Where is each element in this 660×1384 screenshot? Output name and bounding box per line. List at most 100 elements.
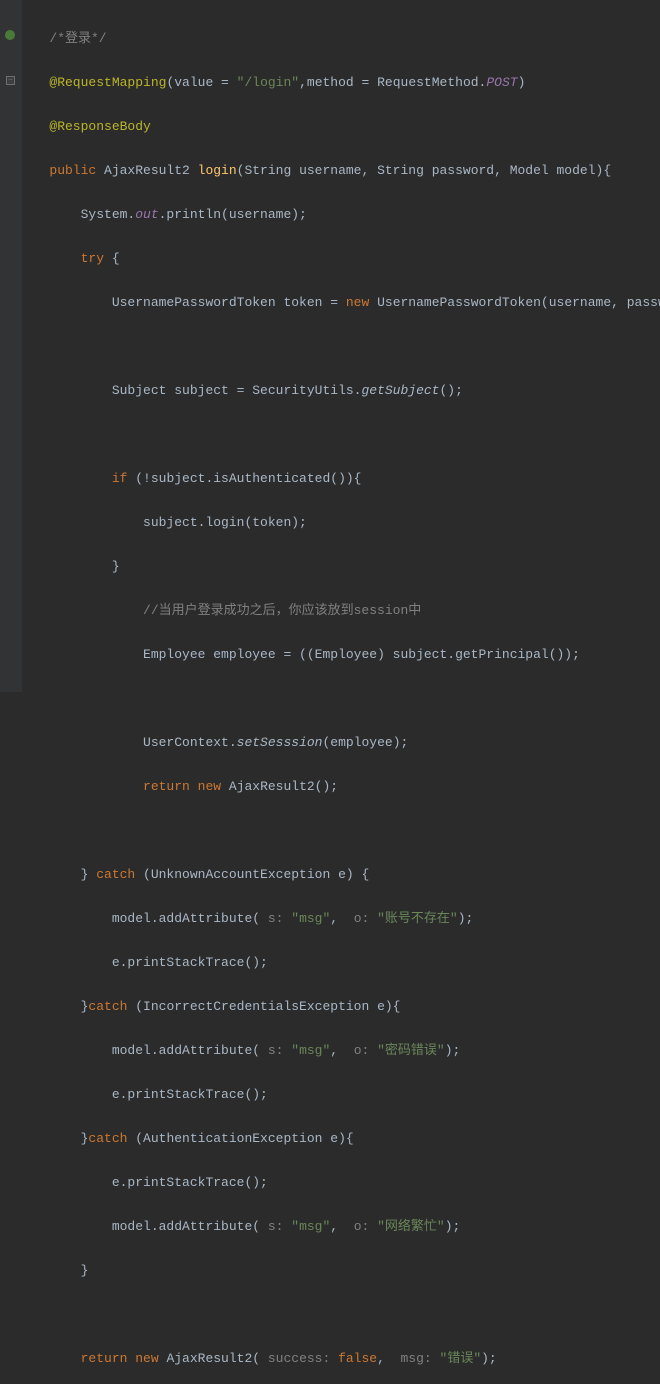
param-key: value =	[174, 75, 236, 90]
comment-text: //当用户登录成功之后，你应该放到session中	[143, 603, 421, 618]
brace: }	[81, 1131, 89, 1146]
code-text: subject.login(token);	[143, 515, 307, 530]
code-text: model.addAttribute(	[112, 1219, 260, 1234]
code-line: e.printStackTrace();	[26, 1172, 660, 1194]
punct: ,	[330, 1219, 346, 1234]
code-text: Employee employee = ((Employee) subject.…	[143, 647, 580, 662]
keyword: new	[346, 295, 377, 310]
code-editor[interactable]: /*登录*/ @RequestMapping(value = "/login",…	[26, 6, 660, 1384]
enum-constant: POST	[486, 75, 517, 90]
punct: ,	[330, 1043, 346, 1058]
code-line: } catch (UnknownAccountException e) {	[26, 864, 660, 886]
code-text: e.printStackTrace();	[112, 1175, 268, 1190]
punct: )	[518, 75, 526, 90]
exception: (AuthenticationException e){	[135, 1131, 353, 1146]
code-line: if (!subject.isAuthenticated()){	[26, 468, 660, 490]
string-literal: "网络繁忙"	[377, 1219, 445, 1234]
punct: ,	[330, 911, 346, 926]
code-line: e.printStackTrace();	[26, 1084, 660, 1106]
code-text: e.printStackTrace();	[112, 1087, 268, 1102]
param-hint: success:	[260, 1351, 338, 1366]
code-line: UsernamePasswordToken token = new Userna…	[26, 292, 660, 314]
fold-icon[interactable]	[6, 76, 15, 85]
brace: }	[81, 999, 89, 1014]
code-text: AjaxResult2();	[229, 779, 338, 794]
punct: );	[481, 1351, 497, 1366]
code-line	[26, 336, 660, 358]
brace: {	[112, 251, 120, 266]
code-line: UserContext.setSesssion(employee);	[26, 732, 660, 754]
string-literal: "密码错误"	[377, 1043, 445, 1058]
code-text: (employee);	[322, 735, 408, 750]
keyword: catch	[96, 867, 143, 882]
punct: );	[458, 911, 474, 926]
param-key: method =	[307, 75, 377, 90]
code-line: }	[26, 556, 660, 578]
code-line: return new AjaxResult2();	[26, 776, 660, 798]
keyword: catch	[88, 999, 135, 1014]
code-line	[26, 424, 660, 446]
param-hint: o:	[346, 1043, 377, 1058]
code-line: subject.login(token);	[26, 512, 660, 534]
static-field: out	[135, 207, 158, 222]
keyword: catch	[88, 1131, 135, 1146]
code-line: public AjaxResult2 login(String username…	[26, 160, 660, 182]
param-hint: o:	[346, 1219, 377, 1234]
code-text: System.	[81, 207, 136, 222]
keyword: public	[49, 163, 104, 178]
static-method: getSubject	[361, 383, 439, 398]
code-line: e.printStackTrace();	[26, 952, 660, 974]
keyword: if	[112, 471, 135, 486]
static-method: setSesssion	[237, 735, 323, 750]
code-text: model.addAttribute(	[112, 1043, 260, 1058]
string-literal: "msg"	[291, 1219, 330, 1234]
code-line: Subject subject = SecurityUtils.getSubje…	[26, 380, 660, 402]
code-line: }catch (IncorrectCredentialsException e)…	[26, 996, 660, 1018]
keyword: false	[338, 1351, 377, 1366]
string-literal: "msg"	[291, 1043, 330, 1058]
code-text: ();	[439, 383, 462, 398]
annotation: @RequestMapping	[49, 75, 166, 90]
string-literal: "账号不存在"	[377, 911, 458, 926]
editor-gutter	[0, 0, 22, 692]
code-line: }	[26, 1260, 660, 1282]
punct: ,	[377, 1351, 393, 1366]
brace: }	[112, 559, 120, 574]
exception: (UnknownAccountException e) {	[143, 867, 369, 882]
string-literal: "msg"	[291, 911, 330, 926]
annotation: @ResponseBody	[49, 119, 150, 134]
method-name: login	[198, 163, 237, 178]
param-hint: msg:	[393, 1351, 440, 1366]
code-line: /*登录*/	[26, 28, 660, 50]
param-hint: s:	[260, 911, 291, 926]
condition: (!subject.isAuthenticated()){	[135, 471, 361, 486]
keyword: return new	[143, 779, 229, 794]
return-type: AjaxResult2	[104, 163, 198, 178]
comment-text: /*登录*/	[49, 31, 106, 46]
code-text: UsernamePasswordToken token =	[112, 295, 346, 310]
code-line: }catch (AuthenticationException e){	[26, 1128, 660, 1150]
code-line: return new AjaxResult2( success: false, …	[26, 1348, 660, 1370]
code-line: try {	[26, 248, 660, 270]
code-line: model.addAttribute( s: "msg", o: "密码错误")…	[26, 1040, 660, 1062]
code-line	[26, 1304, 660, 1326]
string-literal: "/login"	[237, 75, 299, 90]
punct: ,	[299, 75, 307, 90]
brace: }	[81, 867, 97, 882]
gutter-marker-icon	[5, 30, 15, 40]
type-ref: RequestMethod.	[377, 75, 486, 90]
keyword: return new	[81, 1351, 167, 1366]
code-text: AjaxResult2(	[166, 1351, 260, 1366]
code-text: UserContext.	[143, 735, 237, 750]
code-line: model.addAttribute( s: "msg", o: "网络繁忙")…	[26, 1216, 660, 1238]
code-text: model.addAttribute(	[112, 911, 260, 926]
code-line: model.addAttribute( s: "msg", o: "账号不存在"…	[26, 908, 660, 930]
code-text: Subject subject = SecurityUtils.	[112, 383, 362, 398]
punct: );	[445, 1043, 461, 1058]
param-hint: s:	[260, 1219, 291, 1234]
punct: );	[445, 1219, 461, 1234]
code-line	[26, 688, 660, 710]
code-line: @ResponseBody	[26, 116, 660, 138]
code-line: System.out.println(username);	[26, 204, 660, 226]
exception: (IncorrectCredentialsException e){	[135, 999, 400, 1014]
